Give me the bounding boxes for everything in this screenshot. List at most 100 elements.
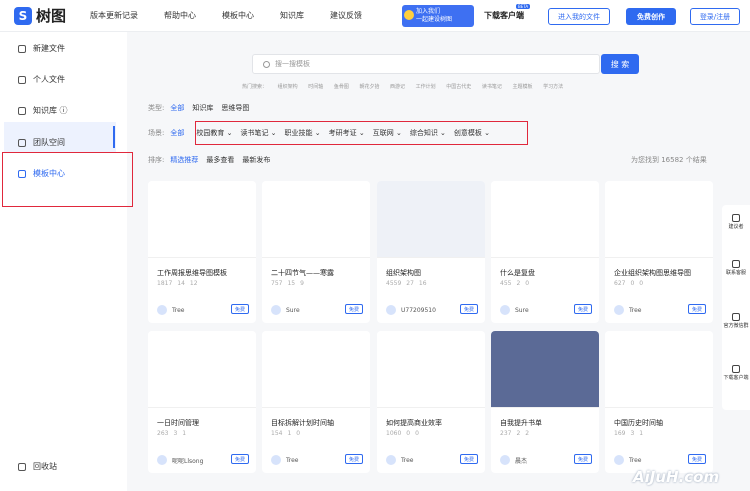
free-badge[interactable]: 免费 (460, 454, 478, 464)
type-all[interactable]: 全部 (170, 103, 184, 113)
template-author[interactable]: Tree (614, 305, 642, 315)
hot-item[interactable]: 主题模板 (512, 84, 532, 90)
my-files-button[interactable]: 进入我的文件 (548, 8, 610, 25)
template-thumbnail[interactable] (377, 181, 485, 258)
nav-feedback[interactable]: 建议反馈 (330, 10, 362, 21)
free-badge[interactable]: 免费 (688, 454, 706, 464)
download-client-link[interactable]: 下载客户端 (484, 10, 524, 21)
rail-support[interactable]: 联系客服 (722, 260, 750, 277)
avatar (386, 455, 396, 465)
login-button[interactable]: 登录/注册 (690, 8, 740, 25)
nav-knowledge[interactable]: 知识库 (280, 10, 304, 21)
scene-all[interactable]: 全部 (170, 128, 184, 138)
template-card[interactable]: 目标拆解计划时间轴 154 1 0 Tree 免费 (262, 331, 370, 473)
rail-feedback[interactable]: 建议者 (722, 214, 750, 231)
template-title[interactable]: 工作周报思维导图模板 (157, 268, 227, 278)
template-title[interactable]: 组织架构图 (386, 268, 421, 278)
rail-download[interactable]: 下载客户端 (722, 365, 750, 382)
sidebar (0, 32, 127, 491)
template-card[interactable]: 自我提升书单 237 2 2 晨杰 免费 (491, 331, 599, 473)
views-count: 1817 (157, 280, 173, 287)
free-badge[interactable]: 免费 (574, 454, 592, 464)
sort-newest[interactable]: 最新发布 (242, 155, 270, 165)
free-badge[interactable]: 免费 (345, 454, 363, 464)
stars-count: 1 (639, 430, 644, 437)
template-author[interactable]: 呢呢Llsong (157, 455, 203, 465)
sidebar-item-trash[interactable]: 回收站 (18, 461, 57, 472)
rail-wechat[interactable]: 官方微信群 (722, 313, 750, 330)
nav-templates[interactable]: 模板中心 (222, 10, 254, 21)
template-card[interactable]: 什么是复盘 455 2 0 Sure 免费 (491, 181, 599, 323)
template-author[interactable]: Sure (271, 305, 300, 315)
template-thumbnail[interactable] (262, 181, 370, 258)
template-card[interactable]: 企业组织架构图思维导图 627 0 0 Tree 免费 (605, 181, 713, 323)
free-badge[interactable]: 免费 (460, 304, 478, 314)
sidebar-item-knowledge[interactable]: 知识库 ⓘ (18, 105, 68, 116)
template-thumbnail[interactable] (148, 331, 256, 408)
hot-item[interactable]: 时间轴 (308, 84, 323, 90)
template-author[interactable]: Tree (157, 305, 185, 315)
template-author[interactable]: Tree (614, 455, 642, 465)
nav-help[interactable]: 帮助中心 (164, 10, 196, 21)
template-card[interactable]: 一日时间管理 263 3 1 呢呢Llsong 免费 (148, 331, 256, 473)
stars-count: 0 (296, 430, 301, 437)
hot-item[interactable]: 读书笔记 (482, 84, 502, 90)
free-badge[interactable]: 免费 (688, 304, 706, 314)
sidebar-item-label: 新建文件 (33, 44, 65, 53)
sidebar-item-personal-files[interactable]: 个人文件 (18, 74, 65, 85)
template-title[interactable]: 中国历史时间轴 (614, 418, 663, 428)
author-name: Tree (286, 456, 299, 464)
hot-item[interactable]: 鱼骨图 (334, 84, 349, 90)
template-card[interactable]: 二十四节气——寒露 757 15 9 Sure 免费 (262, 181, 370, 323)
hot-item[interactable]: 学习方法 (543, 84, 563, 90)
top-nav: 版本更新记录 帮助中心 模板中心 知识库 建议反馈 (90, 10, 388, 21)
template-card[interactable]: 组织架构图 4559 27 16 U77209510 免费 (377, 181, 485, 323)
template-title[interactable]: 自我提升书单 (500, 418, 542, 428)
template-author[interactable]: Tree (386, 455, 414, 465)
search-input[interactable]: 搜一搜模板 (252, 54, 600, 74)
template-author[interactable]: Tree (271, 455, 299, 465)
sidebar-item-new-file[interactable]: 新建文件 (18, 43, 65, 54)
promo-banner[interactable]: 加入我们 一起建设树图 (402, 5, 474, 27)
template-title[interactable]: 二十四节气——寒露 (271, 268, 334, 278)
template-thumbnail[interactable] (605, 331, 713, 408)
template-thumbnail[interactable] (262, 331, 370, 408)
free-badge[interactable]: 免费 (345, 304, 363, 314)
template-author[interactable]: Sure (500, 305, 529, 315)
type-mindmap[interactable]: 思维导图 (221, 103, 249, 113)
hot-item[interactable]: 西游记 (390, 84, 405, 90)
hot-item[interactable]: 中国古代史 (446, 84, 471, 90)
template-thumbnail[interactable] (605, 181, 713, 258)
sort-featured[interactable]: 精选推荐 (170, 155, 198, 165)
template-thumbnail[interactable] (148, 181, 256, 258)
hot-item[interactable]: 朝花夕拾 (359, 84, 379, 90)
avatar (386, 305, 396, 315)
template-title[interactable]: 一日时间管理 (157, 418, 199, 428)
free-badge[interactable]: 免费 (231, 454, 249, 464)
sidebar-item-team-space[interactable]: 团队空间 (18, 137, 65, 148)
search-button[interactable]: 搜 索 (601, 54, 639, 74)
template-title[interactable]: 什么是复盘 (500, 268, 535, 278)
template-author[interactable]: 晨杰 (500, 455, 527, 465)
free-create-button[interactable]: 免费创作 (626, 8, 676, 25)
views-count: 154 (271, 430, 283, 437)
likes-count: 27 (406, 280, 414, 287)
template-thumbnail[interactable] (377, 331, 485, 408)
template-thumbnail[interactable] (491, 331, 599, 408)
logo[interactable]: S 树图 (14, 5, 76, 26)
type-knowledge[interactable]: 知识库 (192, 103, 213, 113)
template-card[interactable]: 如何提高商业效率 1060 0 0 Tree 免费 (377, 331, 485, 473)
free-badge[interactable]: 免费 (231, 304, 249, 314)
template-card[interactable]: 中国历史时间轴 169 3 1 Tree 免费 (605, 331, 713, 473)
hot-item[interactable]: 工作计划 (416, 84, 436, 90)
template-author[interactable]: U77209510 (386, 305, 436, 315)
template-thumbnail[interactable] (491, 181, 599, 258)
template-title[interactable]: 目标拆解计划时间轴 (271, 418, 334, 428)
template-title[interactable]: 企业组织架构图思维导图 (614, 268, 691, 278)
hot-item[interactable]: 组织架构 (278, 84, 298, 90)
nav-changelog[interactable]: 版本更新记录 (90, 10, 138, 21)
sort-most-viewed[interactable]: 最多查看 (206, 155, 234, 165)
free-badge[interactable]: 免费 (574, 304, 592, 314)
template-card[interactable]: 工作周报思维导图模板 1817 14 12 Tree 免费 (148, 181, 256, 323)
template-title[interactable]: 如何提高商业效率 (386, 418, 442, 428)
